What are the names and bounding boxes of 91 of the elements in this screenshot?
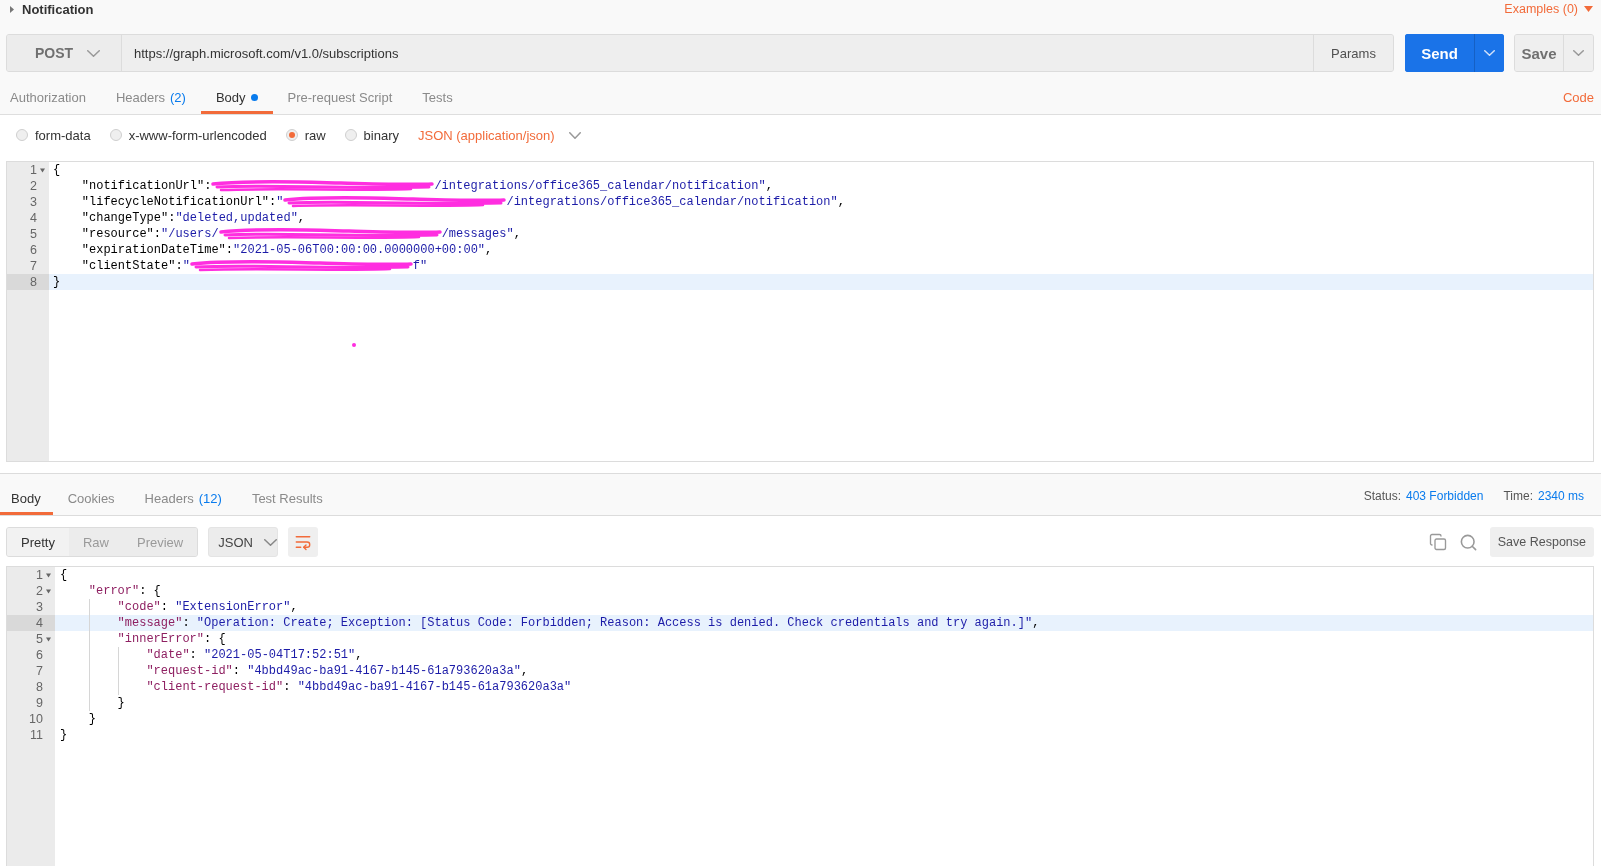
status-value: 403 Forbidden [1406,488,1484,503]
line-number: 3 [30,194,37,210]
line-number: 1 [36,567,43,583]
code-text: /messages", [441,226,521,242]
line-number: 11 [30,727,43,743]
copy-icon[interactable] [1428,533,1447,551]
url-bar[interactable]: POST https://graph.microsoft.com/v1.0/subscriptions Params [6,34,1394,72]
code-text: "request-id": "4bbd49ac-ba91-4167-b145-61a793620a3a", [146,663,529,679]
chevron-down-icon [568,131,581,139]
code-text: "changeType":"deleted,updated", [81,210,306,226]
code-text: "message": "Operation: Create; Exception: [Status Code: Forbidden; Reason: Access is denied. Check credentials and try again.]", [117,615,1040,631]
stray-dot-icon [352,343,356,347]
chevron-down-icon [263,538,277,546]
code-text: f" [412,258,428,274]
response-tab[interactable]: Cookies [52,482,130,515]
line-number: 5 [30,226,37,242]
line-number: 4 [30,210,37,226]
code-editor[interactable] [6,161,1594,462]
caret-down-icon [1584,6,1593,12]
code-text: } [53,274,61,290]
code-text: "clientState":" [81,258,190,274]
line-number: 8 [30,274,37,290]
line-number: 7 [36,663,43,679]
code-text: { [53,162,61,178]
line-number: 2 [36,583,43,599]
fold-caret-down-icon[interactable] [45,588,51,594]
view-mode-button[interactable]: Pretty [7,528,69,556]
search-icon[interactable] [1458,532,1478,552]
radio-button[interactable] [109,129,122,141]
time-label: Time: [1503,488,1533,503]
response-format-select[interactable]: JSON [208,527,279,557]
method-select[interactable]: POST [7,35,122,71]
radio-label: form-data [35,127,91,143]
status-label: Status: [1363,488,1401,503]
wrap-lines-button[interactable] [288,527,319,557]
line-number: 9 [36,695,43,711]
line-number: 2 [30,178,37,194]
fold-caret-down-icon[interactable] [39,167,45,173]
examples-link[interactable]: Examples (0) [1504,2,1594,16]
url-input[interactable]: https://graph.microsoft.com/v1.0/subscriptions [122,35,1313,71]
code-text: "lifecycleNotificationUrl":" [81,194,284,210]
request-tab[interactable]: Tests [407,81,468,114]
request-tab[interactable]: Headers (2) [100,81,201,114]
radio-button[interactable] [16,129,28,141]
response-tab[interactable]: Headers (12) [129,482,237,515]
line-number: 10 [29,711,43,727]
code-text: } [60,727,68,743]
radio-button[interactable] [344,129,357,141]
send-options-button[interactable] [1474,34,1504,72]
save-response-button[interactable]: Save Response [1489,527,1594,557]
line-number: 3 [36,599,43,615]
response-tab[interactable]: Test Results [236,482,338,515]
body-format-select[interactable]: JSON (application/json) [418,127,581,143]
code-text: } [117,695,125,711]
code-text: "date": "2021-05-04T17:52:51", [146,647,363,663]
radio-label: binary [363,127,399,143]
line-number: 5 [36,631,43,647]
code-text: "code": "ExtensionError", [117,599,298,615]
line-number: 1 [30,162,37,178]
code-text: "error": { [88,583,161,599]
line-number: 8 [36,679,43,695]
line-number: 6 [36,647,43,663]
code-text: "innerError": { [117,631,226,647]
radio-button[interactable] [285,129,298,141]
chevron-down-icon [1484,50,1495,56]
code-text: "client-request-id": "4bbd49ac-ba91-4167-b145-61a793620a3a" [146,679,572,695]
caret-right-icon[interactable] [10,5,14,13]
time-value: 2340 ms [1537,488,1584,503]
code-text: "resource":"/users/ [81,226,219,242]
request-title: Notification [22,1,94,17]
fold-caret-down-icon[interactable] [45,572,51,578]
code-text: { [60,567,68,583]
chevron-down-icon [87,49,101,57]
code-link[interactable]: Code [1562,81,1594,114]
code-text: "notificationUrl": [81,178,212,194]
request-tab[interactable]: Authorization [6,81,101,114]
line-number: 7 [30,258,37,274]
line-number: 4 [36,615,43,631]
code-text: "expirationDateTime":"2021-05-06T00:00:00.0000000+00:00", [81,242,493,258]
params-button[interactable]: Params [1313,35,1393,71]
code-text: /integrations/office365_calendar/notification", [434,178,773,194]
code-text: /integrations/office365_calendar/notification", [506,194,845,210]
radio-label: x-www-form-urlencoded [128,127,267,143]
fold-caret-down-icon[interactable] [45,636,51,642]
request-tab[interactable]: Pre-request Script [272,81,408,114]
response-tab[interactable]: Body [0,482,53,515]
radio-label: raw [304,127,326,143]
line-number: 6 [30,242,37,258]
code-text: } [88,711,96,727]
chevron-down-icon [1573,50,1584,56]
request-tab[interactable]: Body [200,81,273,114]
